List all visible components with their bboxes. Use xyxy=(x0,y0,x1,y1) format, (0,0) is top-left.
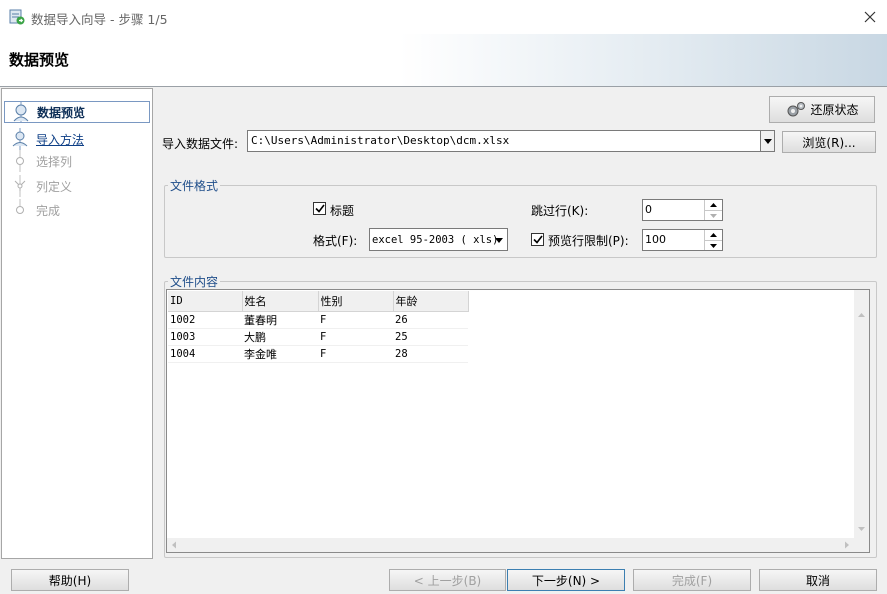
scroll-down-icon xyxy=(858,527,865,531)
vertical-scrollbar[interactable] xyxy=(854,290,869,538)
chevron-down-icon xyxy=(710,244,717,248)
chevron-down-icon xyxy=(710,214,717,218)
import-file-label: 导入数据文件: xyxy=(162,137,239,151)
browse-button[interactable]: 浏览(R)... xyxy=(782,131,876,153)
restore-state-label: 还原状态 xyxy=(810,103,859,117)
preview-limit-label: 预览行限制(P): xyxy=(548,234,629,248)
file-history-dropdown[interactable] xyxy=(760,130,775,152)
table-row[interactable]: 1003 大鹏 F 25 xyxy=(168,328,468,346)
step-label: 选择列 xyxy=(36,154,73,169)
help-button[interactable]: 帮助(H) xyxy=(11,569,129,591)
table-cell: F xyxy=(318,345,393,363)
table-cell: 李金唯 xyxy=(242,345,318,363)
steps-panel: 数据预览 导入方法 选择列 列定义 完成 xyxy=(1,88,153,559)
chevron-down-icon xyxy=(495,238,503,243)
back-button[interactable]: < 上一步(B) xyxy=(389,569,506,591)
data-table: ID 姓名 性别 年龄 1002 董春明 F 26 1003 大鹏 F 25 1… xyxy=(168,291,469,363)
skip-rows-value: 0 xyxy=(645,203,652,216)
step-node-icon xyxy=(10,199,30,221)
close-icon xyxy=(864,11,876,23)
table-cell: 28 xyxy=(393,345,468,363)
step-node-icon xyxy=(10,175,30,197)
file-format-group xyxy=(164,185,877,258)
spin-up-button[interactable] xyxy=(705,230,722,241)
header-checkbox[interactable] xyxy=(313,202,326,215)
step-node-icon xyxy=(10,150,30,172)
table-header-row: ID 姓名 性别 年龄 xyxy=(168,291,469,312)
scroll-left-icon xyxy=(172,541,176,549)
checkmark-icon xyxy=(314,204,325,213)
spin-down-button[interactable] xyxy=(705,241,722,251)
spin-up-button[interactable] xyxy=(705,200,722,211)
next-button[interactable]: 下一步(N) > xyxy=(507,569,625,591)
step-label: 列定义 xyxy=(36,179,73,194)
table-row[interactable]: 1004 李金唯 F 28 xyxy=(168,345,468,363)
header-banner xyxy=(0,34,887,87)
step-select-columns: 选择列 xyxy=(10,150,150,172)
cancel-button[interactable]: 取消 xyxy=(759,569,877,591)
table-cell: 1003 xyxy=(168,328,242,346)
scroll-right-icon xyxy=(845,541,849,549)
preview-limit-value: 100 xyxy=(645,233,666,246)
step-data-preview: 数据预览 xyxy=(4,101,150,123)
step-column-definition: 列定义 xyxy=(10,175,150,197)
step-node-icon xyxy=(10,128,30,150)
step-label: 数据预览 xyxy=(37,105,86,120)
restore-state-button[interactable]: 还原状态 xyxy=(769,96,875,123)
header-checkbox-label: 标题 xyxy=(330,204,355,218)
gears-icon xyxy=(787,101,806,116)
column-header[interactable]: 年龄 xyxy=(393,291,469,312)
scroll-up-icon xyxy=(858,313,865,317)
import-file-input[interactable]: C:\Users\Administrator\Desktop\dcm.xlsx xyxy=(247,130,762,152)
close-button[interactable] xyxy=(857,4,883,30)
table-cell: 1002 xyxy=(168,311,242,329)
step-label[interactable]: 导入方法 xyxy=(36,131,84,148)
chevron-up-icon xyxy=(710,203,717,207)
table-row[interactable]: 1002 董春明 F 26 xyxy=(168,311,468,329)
skip-rows-spinner[interactable]: 0 xyxy=(642,199,723,221)
table-cell: F xyxy=(318,311,393,329)
scroll-corner xyxy=(854,538,869,552)
skip-rows-label: 跳过行(K): xyxy=(531,204,589,218)
table-cell: 1004 xyxy=(168,345,242,363)
table-cell: 大鹏 xyxy=(242,328,318,346)
current-step-icon xyxy=(11,101,31,123)
file-content-group-title: 文件内容 xyxy=(168,273,221,290)
preview-limit-spinner[interactable]: 100 xyxy=(642,229,723,251)
format-select[interactable]: excel 95-2003 ( xls) xyxy=(369,228,508,251)
step-label: 完成 xyxy=(36,203,61,218)
chevron-up-icon xyxy=(710,233,717,237)
horizontal-scrollbar[interactable] xyxy=(167,538,854,552)
step-import-method[interactable]: 导入方法 xyxy=(10,128,150,150)
preview-limit-checkbox[interactable] xyxy=(531,233,544,246)
file-format-group-title: 文件格式 xyxy=(168,177,221,194)
window-title: 数据导入向导 - 步骤 1/5 xyxy=(31,12,168,27)
table-cell: 董春明 xyxy=(242,311,318,329)
table-cell: F xyxy=(318,328,393,346)
finish-button[interactable]: 完成(F) xyxy=(633,569,751,591)
chevron-down-icon xyxy=(763,138,772,144)
table-cell: 25 xyxy=(393,328,468,346)
app-icon xyxy=(9,9,25,25)
format-label: 格式(F): xyxy=(313,234,358,248)
column-header[interactable]: 性别 xyxy=(318,291,394,312)
column-header[interactable]: 姓名 xyxy=(242,291,319,312)
step-finish: 完成 xyxy=(10,199,150,221)
format-select-value: excel 95-2003 ( xls) xyxy=(372,234,499,246)
table-cell: 26 xyxy=(393,311,468,329)
spin-down-button xyxy=(705,211,722,221)
file-content-grid[interactable]: ID 姓名 性别 年龄 1002 董春明 F 26 1003 大鹏 F 25 1… xyxy=(166,289,870,553)
checkmark-icon xyxy=(532,235,543,244)
column-header[interactable]: ID xyxy=(168,291,243,312)
page-title: 数据预览 xyxy=(9,51,70,69)
